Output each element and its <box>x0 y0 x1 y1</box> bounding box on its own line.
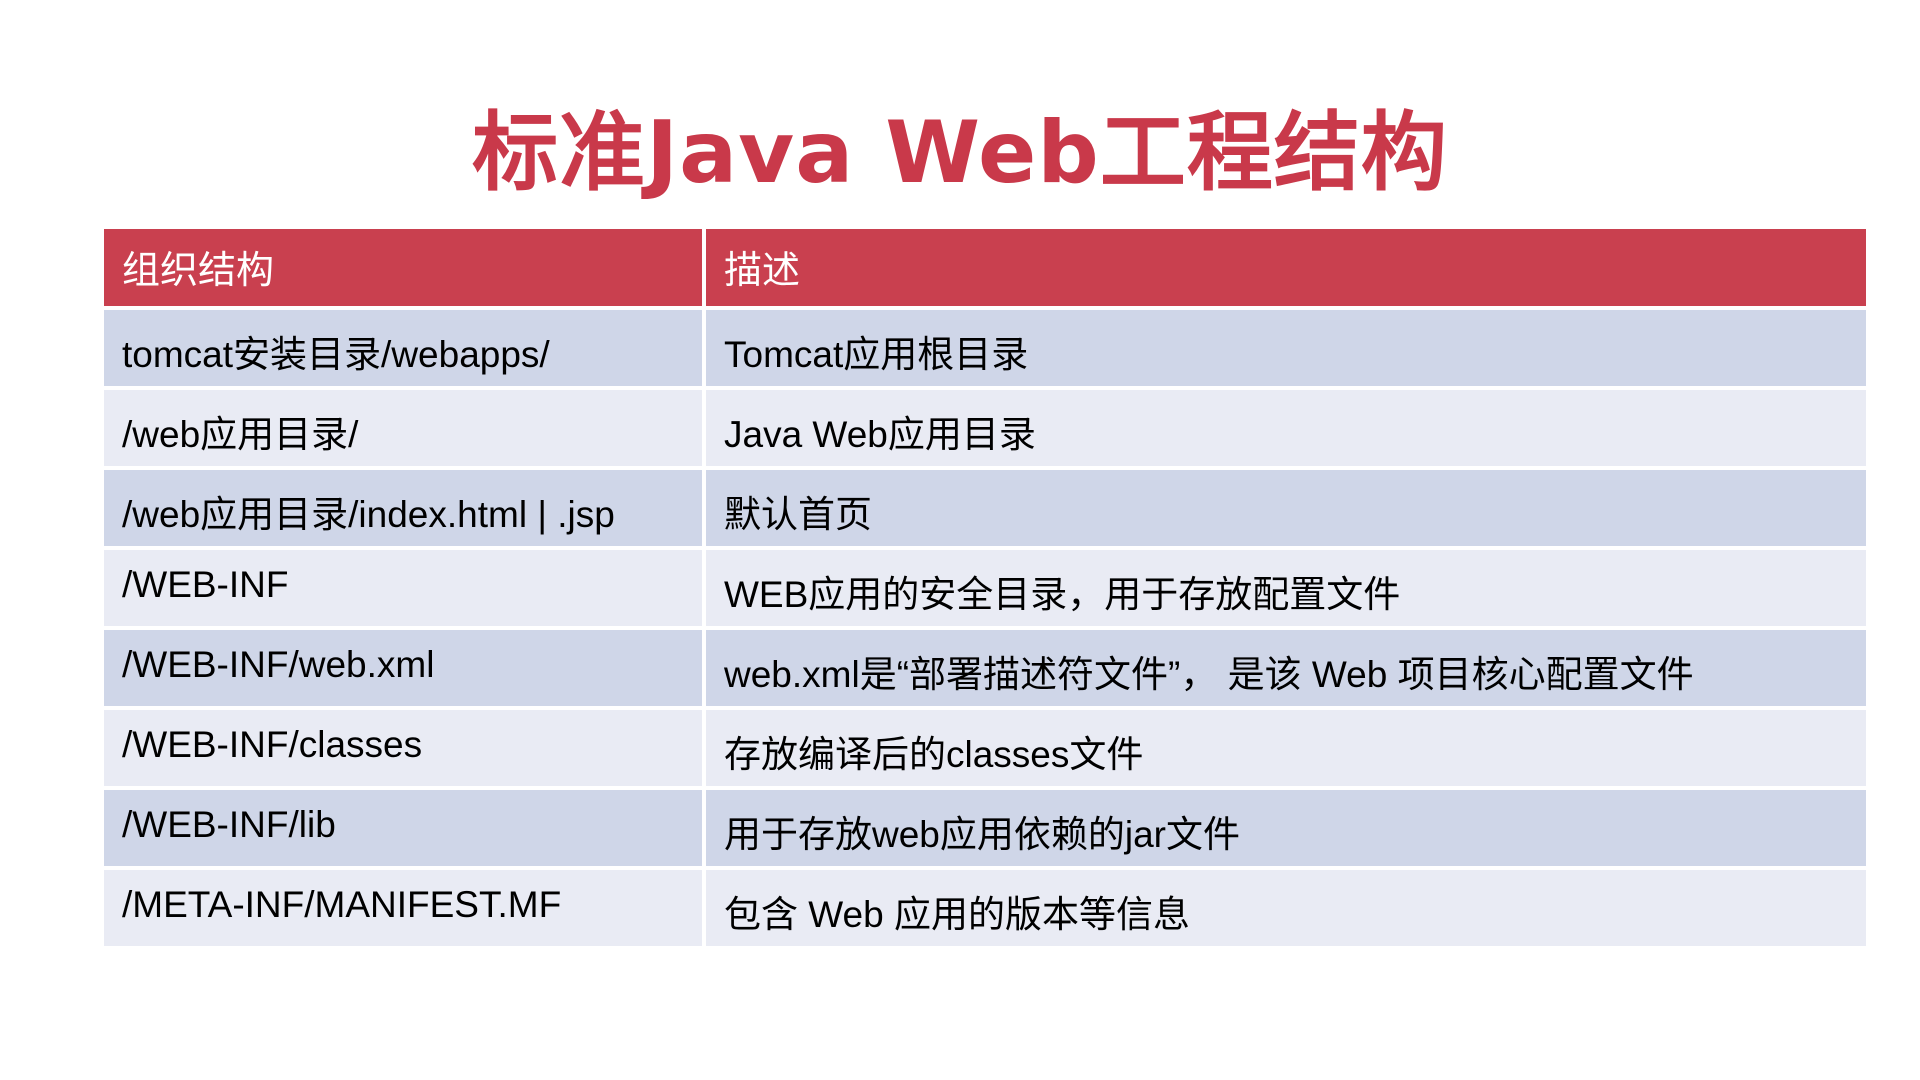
description-cell: 包含 Web 应用的版本等信息 <box>702 866 1866 950</box>
structure-cell: /web应用目录/index.html | .jsp <box>104 466 706 550</box>
description-cell: 默认首页 <box>702 466 1866 550</box>
structure-cell: /WEB-INF/lib <box>104 786 706 870</box>
table-row: /WEB-INF/classes 存放编译后的classes文件 <box>104 706 1866 790</box>
table-row: /web应用目录/index.html | .jsp 默认首页 <box>104 466 1866 550</box>
description-cell: web.xml是“部署描述符文件”， 是该 Web 项目核心配置文件 <box>702 626 1866 710</box>
structure-table-container: 组织结构 描述 tomcat安装目录/webapps/ Tomcat应用根目录 … <box>104 229 1866 950</box>
structure-cell: /WEB-INF/web.xml <box>104 626 706 710</box>
column-header-description: 描述 <box>702 229 1866 310</box>
page-title: 标准Java Web工程结构 <box>472 103 1448 203</box>
description-cell: 用于存放web应用依赖的jar文件 <box>702 786 1866 870</box>
table-row: /WEB-INF WEB应用的安全目录，用于存放配置文件 <box>104 546 1866 630</box>
structure-cell: /web应用目录/ <box>104 386 706 470</box>
table-row: tomcat安装目录/webapps/ Tomcat应用根目录 <box>104 306 1866 390</box>
structure-cell: /META-INF/MANIFEST.MF <box>104 866 706 950</box>
structure-cell: /WEB-INF/classes <box>104 706 706 790</box>
structure-table: 组织结构 描述 tomcat安装目录/webapps/ Tomcat应用根目录 … <box>104 229 1866 950</box>
description-cell: 存放编译后的classes文件 <box>702 706 1866 790</box>
table-row: /WEB-INF/lib 用于存放web应用依赖的jar文件 <box>104 786 1866 870</box>
description-cell: Java Web应用目录 <box>702 386 1866 470</box>
column-header-structure: 组织结构 <box>104 229 706 310</box>
table-row: /WEB-INF/web.xml web.xml是“部署描述符文件”， 是该 W… <box>104 626 1866 710</box>
structure-cell: tomcat安装目录/webapps/ <box>104 306 706 390</box>
structure-cell: /WEB-INF <box>104 546 706 630</box>
table-header-row: 组织结构 描述 <box>104 229 1866 310</box>
description-cell: Tomcat应用根目录 <box>702 306 1866 390</box>
table-row: /META-INF/MANIFEST.MF 包含 Web 应用的版本等信息 <box>104 866 1866 950</box>
description-cell: WEB应用的安全目录，用于存放配置文件 <box>702 546 1866 630</box>
table-row: /web应用目录/ Java Web应用目录 <box>104 386 1866 470</box>
